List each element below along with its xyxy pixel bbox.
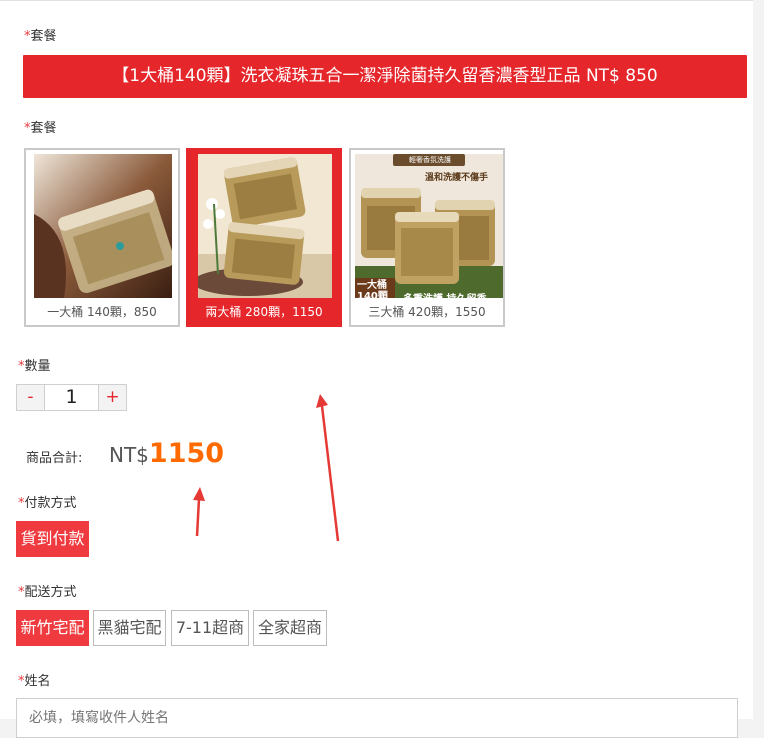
- arrow-line-2: [195, 498, 201, 537]
- arrow-head-2: [193, 487, 205, 501]
- annotation-arrows: [193, 394, 340, 542]
- order-form: *套餐 【1大桶140顆】洗衣凝珠五合一潔淨除菌持久留香濃香型正品 NT$ 85…: [0, 0, 753, 738]
- arrow-head-1: [316, 394, 328, 408]
- arrow-line-1: [320, 405, 340, 542]
- scrollbar[interactable]: [753, 0, 764, 718]
